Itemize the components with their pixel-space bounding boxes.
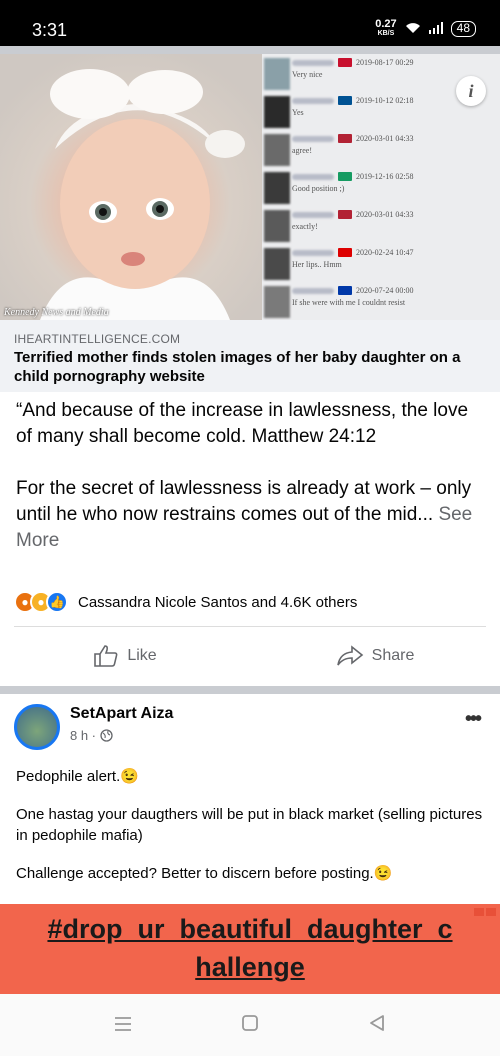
comment-author-blurred [292, 287, 334, 294]
flag-icon [338, 134, 352, 143]
comment-text: Good position ;) [292, 184, 345, 193]
wifi-icon [405, 22, 421, 37]
comments-screenshot: 2019-08-17 00:29 Very nice 2019-10-12 02… [262, 54, 500, 320]
comment-author-blurred [292, 211, 334, 218]
comment-date: 2020-03-01 04:33 [356, 134, 414, 143]
comment-author-blurred [292, 59, 334, 66]
share-button[interactable]: Share [250, 635, 500, 677]
banner-line: hallenge [195, 952, 305, 982]
info-icon[interactable]: i [456, 76, 486, 106]
comment-date: 2019-10-12 02:18 [356, 96, 414, 105]
status-bar: 3:31 0.27 KB/S 48 [0, 0, 500, 46]
like-reaction-icon: 👍 [46, 591, 68, 613]
flag-icon [338, 210, 352, 219]
post-paragraph: “And because of the increase in lawlessn… [16, 400, 469, 447]
comment-text: Very nice [292, 70, 323, 79]
comment-avatar [264, 134, 290, 166]
post-image-banner[interactable]: #drop_ur_beautiful_daughter_c hallenge [0, 904, 500, 1000]
system-nav-bar [0, 994, 500, 1056]
comment-avatar [264, 172, 290, 204]
status-time: 3:31 [32, 20, 68, 40]
feed-separator [0, 46, 500, 54]
signal-icon [428, 21, 443, 37]
battery-icon: 48 [450, 21, 476, 37]
status-icons: 0.27 KB/S 48 [375, 18, 476, 38]
back-icon[interactable] [368, 1012, 386, 1038]
comment-author-blurred [292, 249, 334, 256]
comment-author-blurred [292, 97, 334, 104]
post-actions: Like Share [0, 635, 500, 677]
reaction-names: Cassandra Nicole Santos and 4.6K others [78, 593, 358, 611]
flag-icon [338, 58, 352, 67]
post-paragraph: One hastag your daugthers will be put in… [16, 806, 483, 844]
comment-avatar [264, 286, 290, 318]
speed-value: 0.27 [375, 18, 397, 30]
feed-separator [0, 686, 500, 694]
baby-photo: Kennedy News and Media [0, 54, 262, 320]
photo-credit: Kennedy News and Media [4, 307, 109, 318]
link-preview-meta[interactable]: IHEARTINTELLIGENCE.COM Terrified mother … [0, 320, 500, 392]
post-body: “And because of the increase in lawlessn… [16, 398, 486, 580]
comment-item: 2020-03-01 04:33 exactly! [262, 208, 500, 246]
comment-date: 2019-08-17 00:29 [356, 58, 414, 67]
post-header: SetApart Aiza 8 h · ••• [0, 694, 500, 756]
divider [14, 626, 486, 627]
link-title: Terrified mother finds stolen images of … [14, 349, 461, 385]
share-label: Share [371, 647, 415, 664]
globe-icon [100, 729, 113, 742]
author-name[interactable]: SetApart Aiza [70, 705, 173, 723]
comment-item: 2019-12-16 02:58 Good position ;) [262, 170, 500, 208]
comment-date: 2019-12-16 02:58 [356, 172, 414, 181]
comment-avatar [264, 58, 290, 90]
comment-text: Her lips.. Hmm [292, 260, 342, 269]
recent-apps-icon[interactable] [114, 1012, 132, 1038]
post-paragraph-text: For the secret of lawlessness is already… [16, 478, 472, 525]
comment-item: 2020-03-01 04:33 agree! [262, 132, 500, 170]
comment-date: 2020-03-01 04:33 [356, 210, 414, 219]
link-domain: IHEARTINTELLIGENCE.COM [14, 332, 181, 346]
flag-icon [338, 248, 352, 257]
banner-hashtag: #drop_ur_beautiful_daughter_c hallenge [0, 910, 500, 986]
avatar[interactable] [14, 704, 60, 750]
post-time: 8 h · [70, 728, 113, 743]
comment-text: exactly! [292, 222, 318, 231]
post-paragraph: Challenge accepted? Better to discern be… [16, 865, 393, 882]
comment-text: If she were with me I couldnt resist [292, 298, 406, 307]
comment-author-blurred [292, 135, 334, 142]
reactions-summary[interactable]: ● ● 👍 Cassandra Nicole Santos and 4.6K o… [14, 591, 357, 613]
network-speed: 0.27 KB/S [375, 18, 397, 38]
speed-unit: KB/S [377, 30, 395, 37]
more-options-icon[interactable]: ••• [465, 708, 482, 731]
comment-text: Yes [292, 108, 304, 117]
like-button[interactable]: Like [0, 635, 250, 677]
flag-icon [338, 172, 352, 181]
comment-author-blurred [292, 173, 334, 180]
link-preview-image[interactable]: Kennedy News and Media 2019-08-17 00:29 … [0, 54, 500, 320]
baby-illustration [40, 69, 245, 320]
share-icon [336, 645, 363, 666]
comment-avatar [264, 210, 290, 242]
like-label: Like [127, 647, 157, 664]
thumbs-up-icon [94, 645, 118, 667]
post-paragraph: Pedophile alert.😉 [16, 768, 139, 785]
comment-avatar [264, 96, 290, 128]
home-icon[interactable] [241, 1012, 259, 1038]
post-body: Pedophile alert.😉 One hastag your daugth… [16, 766, 486, 901]
comment-item: 2020-02-24 10:47 Her lips.. Hmm [262, 246, 500, 284]
comment-date: 2020-07-24 00:00 [356, 286, 414, 295]
flag-icon [338, 286, 352, 295]
comment-date: 2020-02-24 10:47 [356, 248, 414, 257]
post-time-text: 8 h · [70, 728, 97, 743]
post-paragraph: For the secret of lawlessness is already… [16, 476, 486, 554]
comment-item: 2020-07-24 00:00 If she were with me I c… [262, 284, 500, 320]
comment-avatar [264, 248, 290, 280]
comment-text: agree! [292, 146, 312, 155]
flag-icon [338, 96, 352, 105]
banner-line: #drop_ur_beautiful_daughter_c [47, 914, 453, 944]
